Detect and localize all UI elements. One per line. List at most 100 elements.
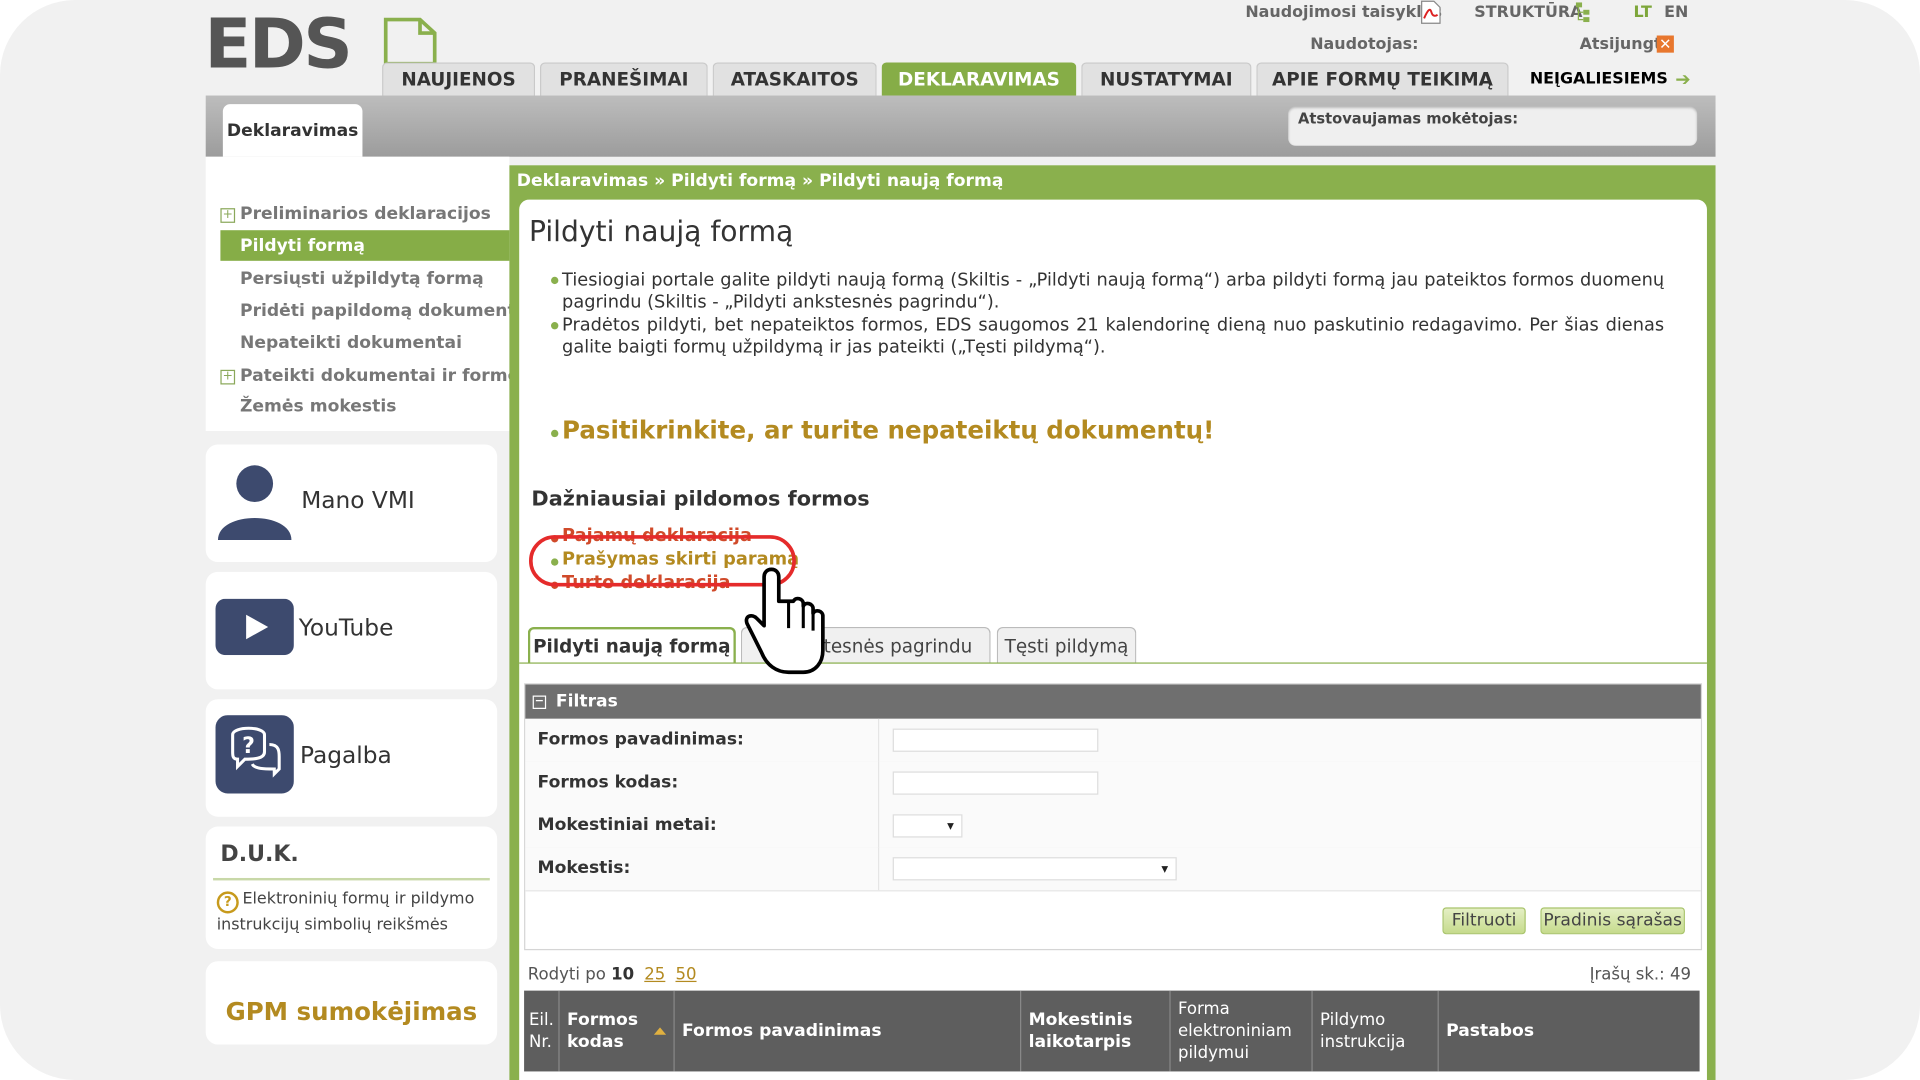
- pagalba-card[interactable]: ? Pagalba: [205, 699, 498, 817]
- document-logo-icon: [383, 17, 437, 66]
- form-name-label: Formos pavadinimas:: [537, 729, 744, 750]
- forms-table-header: Eil. Nr. Formos kodas Formos pavadinimas…: [524, 990, 1700, 1072]
- tab-naujienos[interactable]: NAUJIENOS: [382, 62, 536, 96]
- filter-title: Filtras: [555, 691, 618, 712]
- expand-icon[interactable]: +: [220, 208, 236, 223]
- col-forma-elektroniniam: Forma elektroniniam pildymui: [1169, 990, 1311, 1072]
- usage-rules-link[interactable]: Naudojimosi taisyklės: [1245, 4, 1442, 22]
- lang-en[interactable]: EN: [1664, 4, 1688, 22]
- divider: [877, 718, 880, 762]
- tab-deklaravimas[interactable]: DEKLARAVIMAS: [881, 62, 1077, 96]
- pdf-icon: [1421, 0, 1441, 24]
- filter-row: Formos kodas:: [525, 761, 1701, 806]
- lang-lt[interactable]: LT: [1633, 4, 1651, 22]
- gpm-card[interactable]: GPM sumokėjimas: [205, 961, 498, 1045]
- person-icon: [217, 465, 292, 541]
- duk-link-text: Elektroninių formų ir pildymo instrukcij…: [216, 890, 475, 935]
- duk-title: D.U.K.: [220, 841, 299, 867]
- youtube-label: YouTube: [298, 614, 394, 642]
- col-pastabos: Pastabos: [1437, 990, 1700, 1072]
- info-bullet-1: Tiesiogiai portale galite pildyti naują …: [562, 270, 1665, 313]
- tab-ataskaitos[interactable]: ATASKAITOS: [712, 62, 877, 96]
- col-formos-pavadinimas[interactable]: Formos pavadinimas: [673, 990, 1020, 1072]
- sidebar-item-zemes-mokestis[interactable]: Žemės mokestis: [240, 397, 396, 417]
- col-mokestinis-laikotarpis[interactable]: Mokestinis laikotarpis: [1020, 990, 1169, 1072]
- youtube-card[interactable]: YouTube: [205, 571, 498, 690]
- filter-header[interactable]: − Filtras: [525, 684, 1701, 719]
- gpm-label: GPM sumokėjimas: [225, 996, 478, 1027]
- play-icon: [215, 598, 294, 656]
- divider: [877, 847, 880, 891]
- filter-row: Formos pavadinimas:: [525, 718, 1701, 763]
- expand-icon[interactable]: +: [220, 369, 236, 385]
- sidebar-item-persiusti[interactable]: Persiųsti užpildytą formą: [240, 269, 484, 289]
- divider: [877, 761, 880, 805]
- page-size-25[interactable]: 25: [644, 965, 665, 985]
- disabled-access-label: NEĮGALIESIEMS: [1529, 69, 1668, 89]
- help-chat-icon: ?: [215, 715, 294, 794]
- tab-apie-formu-teikima[interactable]: APIE FORMŲ TEIKIMĄ: [1256, 62, 1509, 96]
- filter-row: Mokestiniai metai: ▾: [525, 804, 1701, 849]
- tab-pranesimai[interactable]: PRANEŠIMAI: [540, 62, 708, 96]
- sidebar-item-pateikti[interactable]: Pateikti dokumentai ir formos: [240, 366, 530, 386]
- filter-button[interactable]: Filtruoti: [1442, 907, 1526, 935]
- reset-list-button[interactable]: Pradinis sąrašas: [1540, 907, 1685, 935]
- question-icon: ?: [216, 891, 239, 914]
- hand-pointer-icon: [744, 567, 825, 675]
- tab-pildyti-nauja[interactable]: Pildyti naują formą: [527, 626, 736, 664]
- subtab-deklaravimas[interactable]: Deklaravimas: [222, 104, 363, 157]
- divider: [213, 877, 490, 881]
- bullet-dot: [551, 276, 559, 285]
- chevron-down-icon: ▾: [947, 817, 954, 834]
- record-count: Įrašų sk.: 49: [1589, 964, 1692, 985]
- logout-icon[interactable]: ✕: [1656, 35, 1674, 53]
- frequent-forms-title: Dažniausiai pildomos formos: [531, 487, 870, 512]
- info-bullet-2: Pradėtos pildyti, bet nepateiktos formos…: [562, 315, 1665, 358]
- bullet-dot: [551, 322, 559, 330]
- col-eil-nr: Eil. Nr.: [528, 1010, 554, 1052]
- svg-text:?: ?: [242, 734, 255, 759]
- sidebar-item-preliminarios[interactable]: Preliminarios deklaracijos: [240, 204, 491, 224]
- col-pildymo-instrukcija: Pildymo instrukcija: [1311, 990, 1437, 1072]
- page-size-current: 10: [611, 964, 635, 985]
- tax-year-label: Mokestiniai metai:: [537, 815, 717, 836]
- sort-up-icon: [653, 1027, 667, 1035]
- duk-link[interactable]: ? Elektroninių formų ir pildymo instrukci…: [216, 888, 489, 937]
- tax-select[interactable]: ▾: [892, 857, 1177, 881]
- page-size-selector: Rodyti po 10 25 50: [528, 965, 697, 985]
- pagalba-label: Pagalba: [300, 742, 392, 769]
- represented-payer-box: Atstovaujamas mokėtojas:: [1288, 106, 1698, 146]
- unsubmitted-warning-link[interactable]: Pasitikrinkite, ar turite nepateiktų dok…: [562, 415, 1214, 444]
- form-code-input[interactable]: [892, 771, 1099, 795]
- page-size-label: Rodyti po: [527, 964, 606, 985]
- duk-card: D.U.K. ? Elektroninių formų ir pildymo in…: [205, 826, 498, 949]
- sidebar-item-pildyti-forma[interactable]: Pildyti formą: [220, 230, 510, 261]
- logout-link[interactable]: Atsijungti: [1580, 36, 1667, 54]
- tab-underline: [519, 662, 1707, 664]
- col-formos-kodas[interactable]: Formos kodas: [558, 990, 673, 1072]
- divider: [877, 804, 880, 848]
- tax-label: Mokestis:: [537, 858, 631, 878]
- filter-row: Mokestis: ▾: [525, 847, 1701, 892]
- sidebar-menu: + Preliminarios deklaracijos Pildyti for…: [205, 156, 530, 432]
- form-code-label: Formos kodas:: [537, 772, 679, 793]
- collapse-icon: −: [532, 694, 547, 709]
- form-name-input[interactable]: [892, 728, 1099, 752]
- content-area: Pildyti naują formą Tiesiogiai portale g…: [519, 199, 1707, 1080]
- main-panel: Deklaravimas » Pildyti formą » Pildyti n…: [509, 165, 1716, 1080]
- mano-vmi-card[interactable]: Mano VMI: [205, 444, 498, 563]
- sidebar-item-nepateikti[interactable]: Nepateikti dokumentai: [240, 333, 462, 353]
- tab-testi-pildyma[interactable]: Tęsti pildymą: [996, 626, 1137, 664]
- sidebar-item-prideti[interactable]: Pridėti papildomą dokumentą: [240, 301, 527, 321]
- mano-vmi-label: Mano VMI: [301, 487, 415, 515]
- tax-year-select[interactable]: ▾: [892, 814, 963, 838]
- structure-icon: [1575, 2, 1590, 23]
- bullet-dot: [551, 429, 559, 438]
- page-size-50[interactable]: 50: [675, 965, 696, 985]
- structure-link[interactable]: STRUKTŪRA: [1474, 4, 1582, 22]
- disabled-access-link[interactable]: NEĮGALIESIEMS ➔: [1518, 62, 1702, 95]
- arrow-right-icon: ➔: [1675, 67, 1691, 91]
- tab-nustatymai[interactable]: NUSTATYMAI: [1081, 62, 1252, 96]
- chevron-down-icon: ▾: [1161, 860, 1169, 877]
- breadcrumb: Deklaravimas » Pildyti formą » Pildyti n…: [516, 171, 1004, 192]
